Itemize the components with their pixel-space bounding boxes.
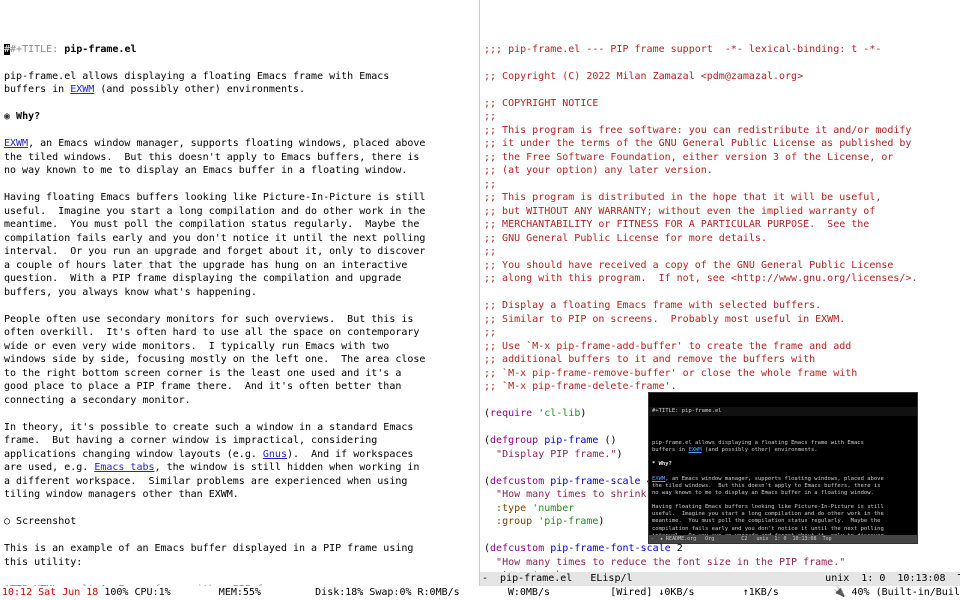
modeline-right[interactable]: - pip-frame.el ELisp/l unix 1: 0 10:13:0… [480,572,960,586]
pip-modeline[interactable]: - ★ README.org Org C2 unix 1: 0 10:13:08… [649,535,917,544]
defgroup-doc: "Display PIP frame." [496,449,616,460]
mb-cpu: CPU:1% [134,587,170,598]
mb-up: ↑1KB/s [743,587,779,598]
src-c14: ;; along with this program. If not, see … [484,273,917,284]
emacs-tabs-link[interactable]: Emacs tabs [94,462,154,473]
title-text: pip-frame.el [64,44,136,55]
mb-gap5 [701,587,737,598]
mb-wio: W:0MB/s [508,587,550,598]
type-num-1: 'number [532,503,574,514]
src-c11: ;; MERCHANTABILITY or FITNESS FOR A PART… [484,219,869,230]
modeline-right-text: - pip-frame.el ELisp/l unix 1: 0 10:13:0… [482,573,960,584]
src-c18: ;; additional buffers to it and remove t… [484,354,815,365]
pip-p1b: , an Emacs window manager, supports floa… [652,476,884,496]
intro-line2a: buffers in [4,84,70,95]
exwm-link-2[interactable]: EXWM [4,138,28,149]
screenshot-p1: This is an example of an Emacs buffer di… [4,543,413,568]
mb-gap4 [556,587,592,598]
src-c4b: ;; [484,179,496,190]
src-c20: ;; `M-x pip-frame-delete-frame'. [484,381,677,392]
mb-time: 10:12 Sat Jun 18 [2,587,98,598]
heading-why: Why? [16,111,40,122]
src-c7: ;; the Free Software Foundation, either … [484,152,893,163]
group-kw-1: :group [496,516,532,527]
src-c17: ;; Use `M-x pip-frame-add-buffer' to cre… [484,341,851,352]
group-val-1: 'pip-frame [538,516,598,527]
src-c4c: ;; [484,246,496,257]
src-notice-head: ;; COPYRIGHT NOTICE [484,98,598,109]
why-p2: Having floating Emacs buffers looking li… [4,192,425,298]
mb-bat: 🔌 40% (Built-in/Built-in) [833,587,960,598]
src-c4d: ;; [484,327,496,338]
heading-screenshot: Screenshot [16,516,76,527]
minibuffer[interactable]: 10:12 Sat Jun 18 100% CPU:1% MEM:55% Dis… [0,586,960,600]
dc2-val: 2 [677,543,683,554]
pip-frame[interactable]: #+TITLE: pip-frame.el pip-frame.el allow… [648,392,918,544]
readme-content: ##+TITLE: pip-frame.el pip-frame.el allo… [4,29,475,586]
title-keyword: #+TITLE: [10,44,58,55]
mb-gap6 [785,587,821,598]
intro-line1: pip-frame.el allows displaying a floatin… [4,71,389,82]
dc2-name: pip-frame-font-scale [550,543,670,554]
pip-why-head: * Why? [652,461,672,467]
pip-exwm-link-2[interactable]: EXWM [652,476,665,482]
src-c8: ;; (at your option) any later version. [484,165,713,176]
src-c12: ;; GNU General Public License for more d… [484,233,767,244]
exwm-link[interactable]: EXWM [70,84,94,95]
readme-pane[interactable]: ##+TITLE: pip-frame.el pip-frame.el allo… [0,0,480,586]
pip-title-bar: #+TITLE: pip-frame.el [649,407,917,416]
src-c4: ;; [484,111,496,122]
mb-cpu-pct: 100% [104,587,128,598]
pip-l1: pip-frame.el allows displaying a floatin… [652,440,864,446]
mb-gap1 [177,587,213,598]
src-c6: ;; it under the terms of the GNU General… [484,138,911,149]
defgroup-kw: defgroup [490,435,538,446]
src-header: ;;; pip-frame.el --- PIP frame support -… [484,44,881,55]
src-c5: ;; This program is free software: you ca… [484,125,911,136]
mb-gap2 [267,587,297,598]
pip-exwm-link[interactable]: EXWM [688,447,701,453]
src-copyright: ;; Copyright (C) 2022 Milan Zamazal <pdm… [484,71,803,82]
gnus-link[interactable]: Gnus [263,449,287,460]
mb-gap3 [466,587,502,598]
defgroup-name: pip-frame [544,435,598,446]
why-p1: , an Emacs window manager, supports floa… [4,138,425,176]
dc2-doc: "How many times to reduce the font size … [496,557,845,568]
mb-wired: [Wired] ↓0KB/s [610,587,694,598]
type-kw-1: :type [496,503,526,514]
require-kw: require [490,408,532,419]
heading-bullet-2: ○ [4,516,16,527]
src-c16: ;; Similar to PIP on screens. Probably m… [484,314,845,325]
src-c13: ;; You should have received a copy of th… [484,260,893,271]
defcustom-kw-2: defcustom [490,543,544,554]
pip-l2a: buffers in [652,447,688,453]
src-c9: ;; This program is distributed in the ho… [484,192,881,203]
mb-disk: Disk:18% Swap:0% R:0MB/s [315,587,460,598]
source-pane[interactable]: ;;; pip-frame.el --- PIP frame support -… [480,0,960,586]
src-c10: ;; but WITHOUT ANY WARRANTY; without eve… [484,206,875,217]
why-p3: People often use secondary monitors for … [4,314,425,406]
heading-bullet: ◉ [4,111,16,122]
src-c15: ;; Display a floating Emacs frame with s… [484,300,821,311]
defcustom-kw-1: defcustom [490,476,544,487]
intro-line2b: (and possibly other) environments. [94,84,305,95]
require-arg: 'cl-lib [538,408,580,419]
mb-mem: MEM:55% [219,587,261,598]
src-c19: ;; `M-x pip-frame-remove-buffer' or clos… [484,368,857,379]
dc1-name: pip-frame-scale [550,476,640,487]
pip-l2b: (and possibly other) environments. [702,447,818,453]
pip-body: pip-frame.el allows displaying a floatin… [649,431,917,544]
